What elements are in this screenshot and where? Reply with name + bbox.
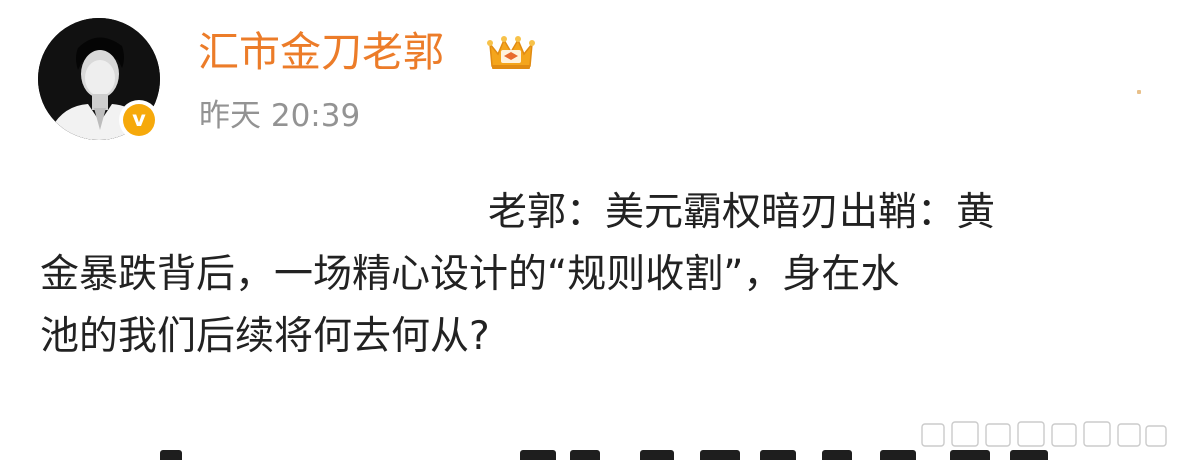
cut-off-glyph bbox=[1010, 450, 1048, 460]
watermark-logo bbox=[918, 418, 1170, 450]
cut-off-glyph bbox=[520, 450, 556, 460]
post-body-line: 金暴跌背后，一场精心设计的“规则收割”，身在水 bbox=[40, 252, 900, 297]
cut-off-glyph bbox=[950, 450, 990, 460]
cut-off-glyph bbox=[880, 450, 916, 460]
username-link[interactable]: 汇市金刀老郭 bbox=[198, 24, 444, 80]
post-body-line: 池的我们后续将何去何从? bbox=[40, 314, 490, 359]
cut-off-glyph bbox=[570, 450, 600, 460]
post-timestamp[interactable]: 昨天 20:39 bbox=[199, 94, 360, 138]
decorative-dot bbox=[1137, 90, 1141, 94]
post-body-line: 老郭：美元霸权暗刃出鞘：黄 bbox=[488, 190, 996, 235]
cut-off-glyph bbox=[640, 450, 674, 460]
cut-off-glyph bbox=[760, 450, 796, 460]
cut-off-glyph bbox=[822, 450, 852, 460]
verified-badge-icon: v bbox=[119, 100, 159, 140]
verified-mark: v bbox=[123, 104, 155, 136]
post-body: 老郭：美元霸权暗刃出鞘：黄 金暴跌背后，一场精心设计的“规则收割”，身在水 池的… bbox=[40, 182, 1140, 368]
cut-off-glyph bbox=[160, 450, 182, 460]
crown-badge-icon[interactable] bbox=[484, 32, 538, 72]
cut-off-glyph bbox=[700, 450, 740, 460]
